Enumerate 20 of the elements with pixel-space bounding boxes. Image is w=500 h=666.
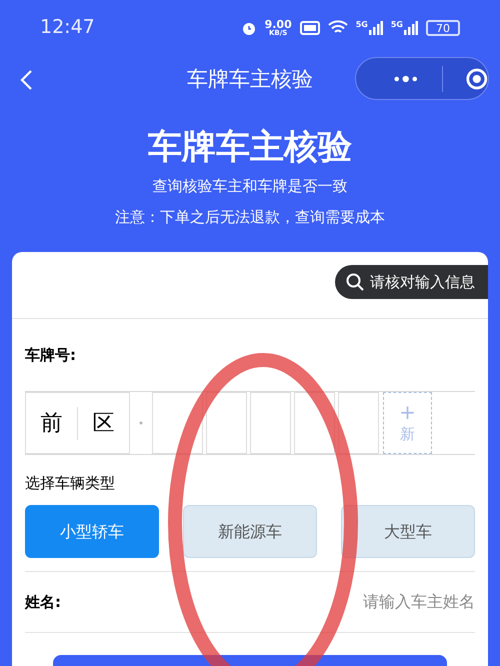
nav-title: 车牌车主核验: [187, 66, 313, 94]
battery-indicator: 70: [426, 20, 460, 36]
plate-character: 区: [77, 406, 129, 440]
vehicle-type-option[interactable]: 小型轿车: [25, 505, 159, 558]
status-time: 12:47: [40, 15, 95, 40]
vehicle-type-label: 选择车辆类型: [25, 474, 115, 492]
name-label: 姓名:: [25, 592, 61, 613]
vehicle-type-option[interactable]: 新能源车: [183, 505, 317, 558]
page-subtitle: 查询核验车主和车牌是否一致: [152, 176, 348, 197]
notice-text: 注意：下单之后无法退款，查询需要成本: [115, 206, 385, 228]
network-type: 5G: [390, 20, 403, 28]
plate-label: 车牌号:: [25, 346, 76, 364]
hint-text: 请核对输入信息: [370, 272, 475, 293]
province-selector[interactable]: 前 区: [25, 392, 130, 454]
page-title: 车牌车主核验: [148, 126, 352, 169]
network-speed: 9.00: [264, 18, 292, 30]
network-type: 5G: [356, 20, 368, 28]
plate-character: 前: [40, 410, 64, 438]
owner-name-field[interactable]: 请输入车主姓名: [255, 590, 475, 614]
vehicle-type-option[interactable]: 大型车: [341, 505, 475, 558]
